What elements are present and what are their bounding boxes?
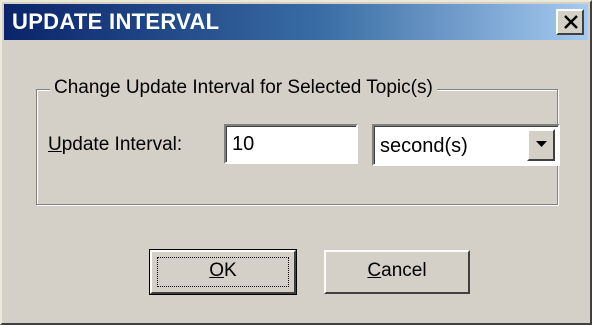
chevron-down-icon <box>536 141 547 147</box>
ok-button-label-text: K <box>224 260 237 281</box>
title-bar: UPDATE INTERVAL <box>4 4 588 40</box>
update-interval-input[interactable] <box>224 124 358 164</box>
update-interval-label: Update Interval: <box>48 133 182 157</box>
update-interval-dialog: UPDATE INTERVAL Change Update Interval f… <box>0 0 592 325</box>
dialog-title: UPDATE INTERVAL <box>12 9 220 34</box>
update-interval-label-text: pdate Interval: <box>61 134 183 155</box>
interval-unit-select[interactable]: second(s) <box>372 124 560 166</box>
close-button[interactable] <box>556 9 584 35</box>
cancel-button-label: Cancel <box>367 260 426 281</box>
update-interval-label-accelerator: U <box>48 134 62 155</box>
cancel-button-accelerator: C <box>367 260 382 281</box>
interval-unit-value: second(s) <box>380 135 468 157</box>
ok-button-accelerator: O <box>209 260 225 281</box>
cancel-button[interactable]: Cancel <box>324 250 470 294</box>
ok-button-label: OK <box>209 260 236 281</box>
interval-unit-dropdown-button[interactable] <box>527 129 555 161</box>
ok-button[interactable]: OK <box>149 249 297 295</box>
close-icon <box>564 15 578 29</box>
cancel-button-label-text: ancel <box>381 260 427 281</box>
groupbox-legend: Change Update Interval for Selected Topi… <box>50 76 437 100</box>
